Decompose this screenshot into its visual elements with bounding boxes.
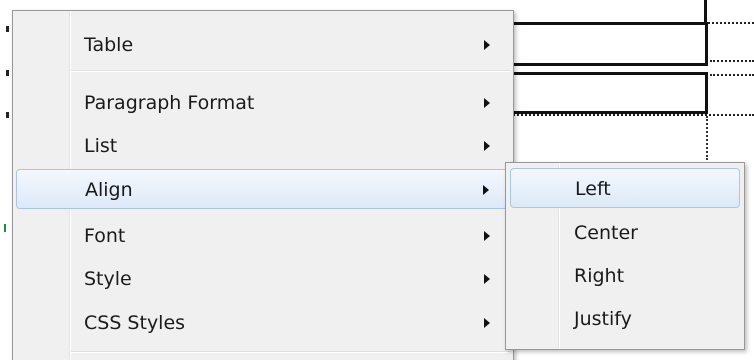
menu-item-css-styles[interactable]: CSS Styles (16, 303, 510, 343)
table-cell-outline (706, 116, 708, 160)
table-cell-outline (710, 60, 754, 62)
menu-item-list[interactable]: List (16, 126, 510, 166)
submenu-item-label: Right (574, 265, 625, 287)
menu-item-label: Table (84, 34, 134, 56)
context-menu: Table Paragraph Format List Align Font S… (12, 10, 514, 360)
table-cell[interactable] (510, 22, 708, 66)
submenu-arrow-icon (484, 274, 490, 284)
menu-item-label: Paragraph Format (84, 92, 255, 114)
submenu-arrow-icon (484, 40, 490, 50)
menu-item-font[interactable]: Font (16, 216, 510, 256)
ruler-mark (6, 26, 9, 32)
submenu-arrow-icon (484, 318, 490, 328)
menu-item-align[interactable]: Align (16, 169, 510, 209)
ruler-mark (4, 224, 6, 232)
screen: Table Paragraph Format List Align Font S… (0, 0, 754, 360)
table-cell-outline (704, 22, 754, 24)
submenu-item-label: Center (574, 222, 638, 244)
menu-item-label: Align (85, 179, 133, 201)
menu-item-table[interactable]: Table (16, 25, 510, 65)
submenu-item-label: Justify (574, 308, 632, 330)
menu-item-label: CSS Styles (84, 312, 186, 334)
menu-separator (71, 70, 510, 72)
table-border (704, 0, 707, 22)
table-cell-outline (710, 74, 754, 76)
ruler-mark (6, 112, 9, 118)
menu-item-label: Font (84, 225, 126, 247)
menu-item-paragraph-format[interactable]: Paragraph Format (16, 83, 510, 123)
submenu-arrow-icon (484, 231, 490, 241)
submenu-arrow-icon (484, 141, 490, 151)
menu-separator (71, 351, 510, 353)
submenu-item-label: Left (575, 178, 611, 200)
submenu-item-right[interactable]: Right (510, 256, 740, 296)
table-cell-outline (510, 114, 754, 116)
ruler-mark (6, 70, 9, 76)
submenu-arrow-icon (484, 98, 490, 108)
align-submenu: Left Center Right Justify (505, 162, 745, 350)
menu-item-style[interactable]: Style (16, 259, 510, 299)
table-cell[interactable] (510, 72, 708, 114)
menu-item-label: List (84, 135, 118, 157)
menu-item-label: Style (84, 268, 132, 290)
submenu-arrow-icon (483, 185, 489, 195)
submenu-item-justify[interactable]: Justify (510, 299, 740, 339)
submenu-item-center[interactable]: Center (510, 213, 740, 253)
submenu-item-left[interactable]: Left (510, 168, 740, 208)
